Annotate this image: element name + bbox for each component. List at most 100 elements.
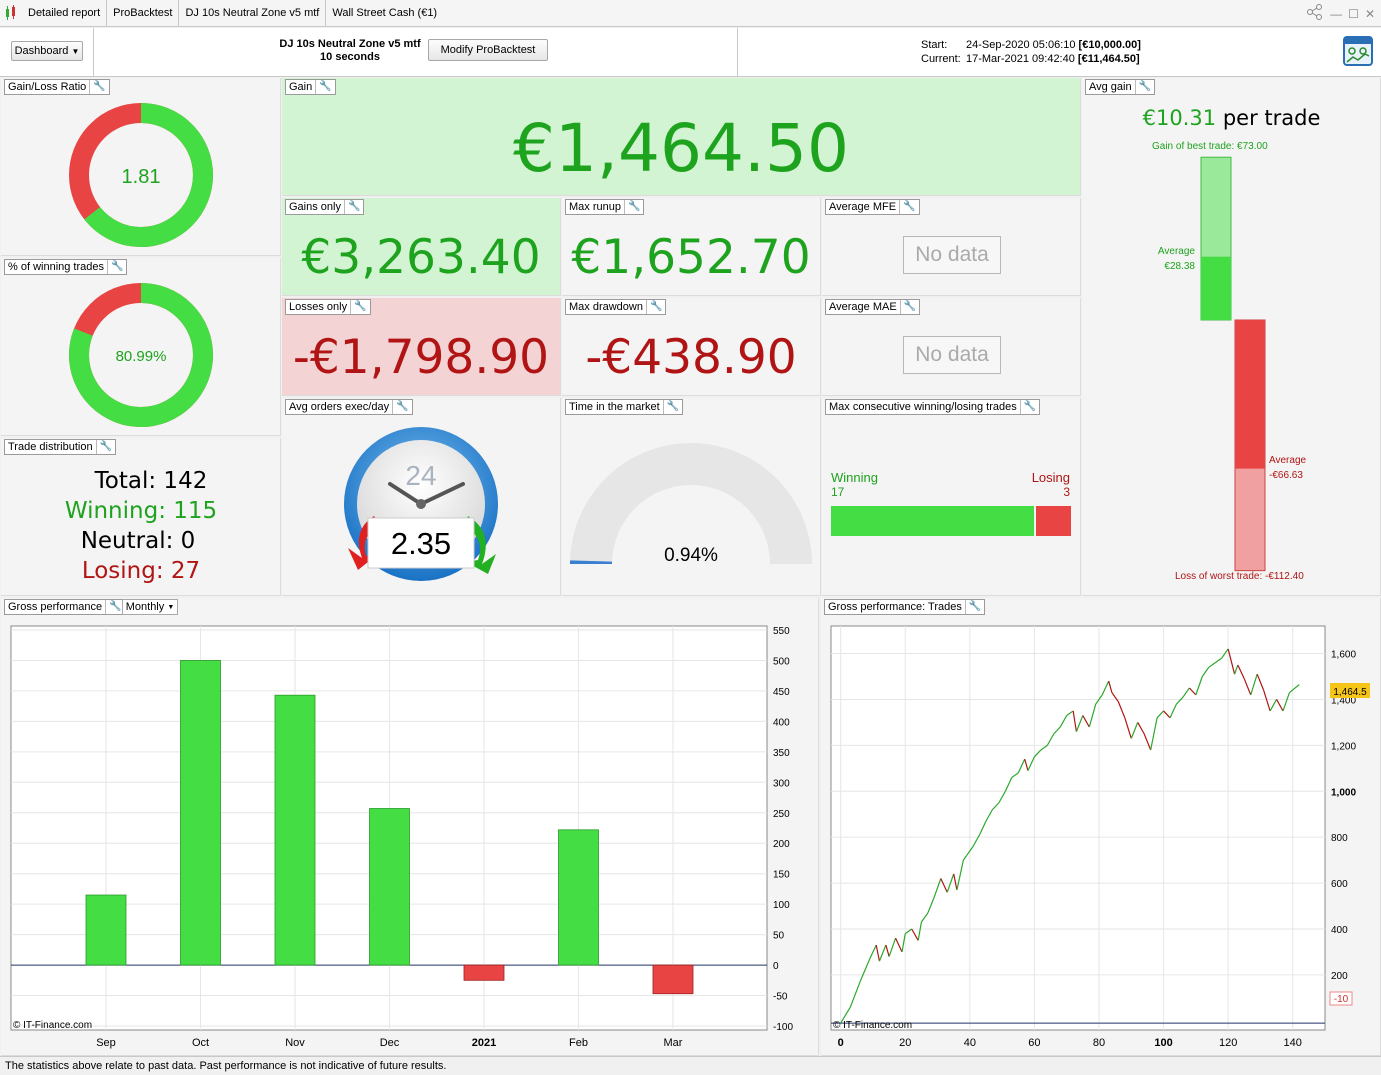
trades-watermark: © IT-Finance.com: [833, 1020, 912, 1031]
average-mae-no-data: No data: [903, 336, 1001, 374]
losses-only-title: Losses only 🔧: [285, 299, 371, 315]
dashboard-label: Dashboard: [14, 45, 69, 57]
dashboard-dropdown[interactable]: Dashboard ▼: [11, 41, 83, 61]
monthly-bar[interactable]: [180, 660, 221, 966]
winning-trades-count: Winning: 115: [64, 498, 218, 524]
monthly-x-tick: Sep: [96, 1037, 116, 1049]
monthly-y-tick: 50: [773, 931, 785, 942]
avg-gain-bars: [1200, 156, 1266, 572]
trades-x-tick: 140: [1284, 1037, 1302, 1049]
max-runup-panel: Max runup 🔧 €1,652.70: [562, 198, 821, 296]
time-in-market-value: 0.94%: [664, 545, 718, 566]
report-icon[interactable]: [1343, 36, 1373, 71]
strategy-name: DJ 10s Neutral Zone v5 mtf: [279, 38, 421, 50]
losses-only-value: -€1,798.90: [292, 330, 550, 385]
monthly-bar[interactable]: [463, 964, 505, 981]
maximize-icon[interactable]: ☐: [1348, 7, 1359, 21]
monthly-y-tick: 500: [773, 656, 790, 667]
current-label: Current:: [921, 53, 961, 65]
window-titlebar: Detailed report ProBacktest DJ 10s Neutr…: [0, 0, 1381, 27]
trade-distribution-title: Trade distribution 🔧: [4, 439, 117, 455]
monthly-x-tick: Nov: [285, 1037, 305, 1049]
monthly-bar[interactable]: [652, 964, 694, 995]
start-label: Start:: [921, 39, 948, 51]
close-icon[interactable]: ✕: [1365, 7, 1375, 21]
max-consecutive-panel: Max consecutive winning/losing trades 🔧 W…: [822, 398, 1081, 596]
gain-panel: Gain 🔧 €1,464.50: [282, 78, 1081, 196]
average-mfe-title: Average MFE 🔧: [825, 199, 920, 215]
share-icon[interactable]: [1306, 4, 1324, 23]
monthly-bar[interactable]: [369, 808, 410, 966]
tab-probacktest[interactable]: ProBacktest: [107, 0, 180, 27]
wrench-icon[interactable]: 🔧: [899, 200, 916, 214]
monthly-bar[interactable]: [558, 829, 599, 966]
monthly-y-tick: 100: [773, 900, 790, 911]
winning-trades-value: 80.99%: [116, 348, 167, 365]
total-trades: Total: 142: [94, 468, 208, 494]
trades-y-tick: 1,600: [1331, 650, 1356, 661]
winning-trades-panel: % of winning trades 🔧 80.99%: [1, 258, 281, 436]
last-value-label: 1,464.5: [1333, 687, 1367, 698]
max-drawdown-panel: Max drawdown 🔧 -€438.90: [562, 298, 821, 396]
monthly-y-tick: 200: [773, 839, 790, 850]
report-header: Dashboard ▼ DJ 10s Neutral Zone v5 mtf 1…: [0, 28, 1381, 77]
monthly-y-tick: 300: [773, 778, 790, 789]
gain-loss-ratio-panel: Gain/Loss Ratio 🔧 1.81: [1, 78, 281, 256]
wrench-icon[interactable]: 🔧: [350, 300, 367, 314]
monthly-y-tick: -50: [773, 992, 788, 1003]
max-drawdown-title: Max drawdown 🔧: [565, 299, 667, 315]
modify-probacktest-button[interactable]: Modify ProBacktest: [428, 39, 548, 61]
average-mae-panel: Average MAE 🔧 No data: [822, 298, 1081, 396]
avg-orders-value: 2.35: [391, 526, 451, 561]
avg-orders-panel: Avg orders exec/day 🔧 24 2.35: [282, 398, 561, 596]
trades-x-tick: 20: [899, 1037, 911, 1049]
gain-loss-donut: 1.81: [69, 103, 213, 247]
trades-x-tick: 120: [1219, 1037, 1237, 1049]
monthly-y-tick: 0: [773, 961, 779, 972]
tab-strategy[interactable]: DJ 10s Neutral Zone v5 mtf: [179, 0, 327, 27]
gross-performance-trades-panel: Gross performance: Trades 🔧 0 20 40 60 80 100 1…: [821, 598, 1381, 1056]
trades-y-tick: 200: [1331, 971, 1348, 982]
clock-gauge: 24 2.35: [344, 427, 498, 581]
avg-loss-bar: [1235, 320, 1265, 469]
trades-x-tick: 0: [838, 1037, 844, 1049]
tab-detailed-report[interactable]: Detailed report: [22, 0, 108, 27]
trades-y-tick: 1,000: [1331, 787, 1356, 798]
monthly-x-tick: 2021: [472, 1037, 496, 1049]
wrench-icon[interactable]: 🔧: [899, 300, 916, 314]
monthly-bar[interactable]: [274, 694, 316, 966]
streak-bar: [831, 506, 1071, 536]
gain-value: €1,464.50: [513, 110, 849, 187]
monthly-y-tick: 350: [773, 748, 790, 759]
avg-gain-panel: Avg gain 🔧 €10.31 per trade Gain of best …: [1082, 78, 1381, 596]
monthly-x-tick: Oct: [192, 1037, 209, 1049]
gross-performance-panel: Gross performance 🔧 Monthly ▼ Sep Oct Nov De…: [1, 598, 819, 1056]
average-mfe-no-data: No data: [903, 236, 1001, 274]
gain-title: Gain 🔧: [285, 79, 336, 95]
avg-win-bar: [1201, 256, 1231, 320]
start-capital: [€10,000.00]: [1078, 39, 1141, 51]
monthly-x-tick: Mar: [664, 1037, 683, 1049]
minimize-icon[interactable]: —: [1330, 7, 1342, 21]
max-runup-value: €1,652.70: [571, 230, 811, 285]
current-date: 17-Mar-2021 09:42:40: [966, 53, 1075, 65]
monthly-watermark: © IT-Finance.com: [13, 1020, 92, 1031]
average-mae-title: Average MAE 🔧: [825, 299, 921, 315]
wrench-icon[interactable]: 🔧: [623, 200, 640, 214]
monthly-bar[interactable]: [85, 894, 127, 966]
trade-distribution-panel: Trade distribution 🔧 Total: 142 Winning: …: [1, 438, 281, 596]
low-value-label: -10: [1334, 994, 1349, 1005]
max-drawdown-value: -€438.90: [585, 330, 797, 385]
gains-only-panel: Gains only 🔧 €3,263.40: [282, 198, 561, 296]
trades-equity-chart: 0 20 40 60 80 100 120 140 200 400 600 800 1,000 1,20…: [830, 625, 1370, 1049]
losing-trades-count: Losing: 27: [81, 558, 201, 584]
wrench-icon[interactable]: 🔧: [645, 300, 662, 314]
wrench-icon[interactable]: 🔧: [315, 80, 332, 94]
gain-loss-ratio-value: 1.81: [122, 166, 161, 188]
wrench-icon[interactable]: 🔧: [95, 440, 112, 454]
trades-x-tick: 80: [1093, 1037, 1105, 1049]
candlestick-icon: [0, 0, 22, 27]
tab-instrument[interactable]: Wall Street Cash (€1): [326, 0, 443, 27]
losing-streak-bar: [1036, 506, 1071, 536]
wrench-icon[interactable]: 🔧: [343, 200, 360, 214]
